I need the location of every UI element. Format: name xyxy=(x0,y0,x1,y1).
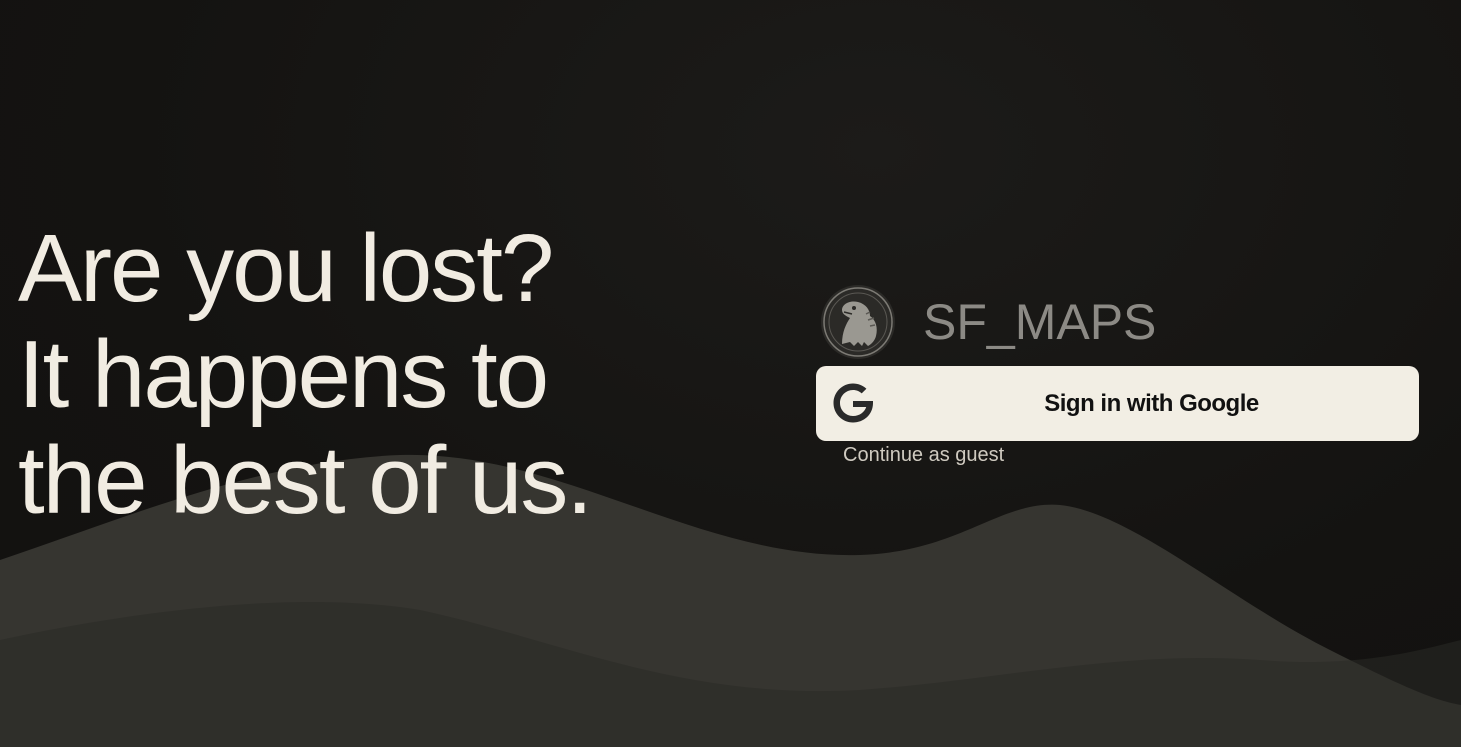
google-g-icon xyxy=(833,383,873,423)
continue-as-guest-link[interactable]: Continue as guest xyxy=(843,444,1004,467)
google-button-label: Sign in with Google xyxy=(1044,389,1259,417)
dinosaur-seal-logo-icon xyxy=(820,284,896,360)
brand: SF_MAPS xyxy=(816,283,1419,361)
headline-line-3: the best of us. xyxy=(18,427,593,534)
login-page: Are you lost? It happens to the best of … xyxy=(0,0,1461,747)
headline-line-2: It happens to xyxy=(18,321,549,428)
headline: Are you lost? It happens to the best of … xyxy=(18,215,593,534)
headline-line-1: Are you lost? xyxy=(18,215,554,322)
auth-panel: SF_MAPS Sign in with Google Continue as … xyxy=(816,283,1419,467)
sign-in-with-google-button[interactable]: Sign in with Google xyxy=(816,366,1419,441)
brand-name: SF_MAPS xyxy=(923,294,1157,350)
